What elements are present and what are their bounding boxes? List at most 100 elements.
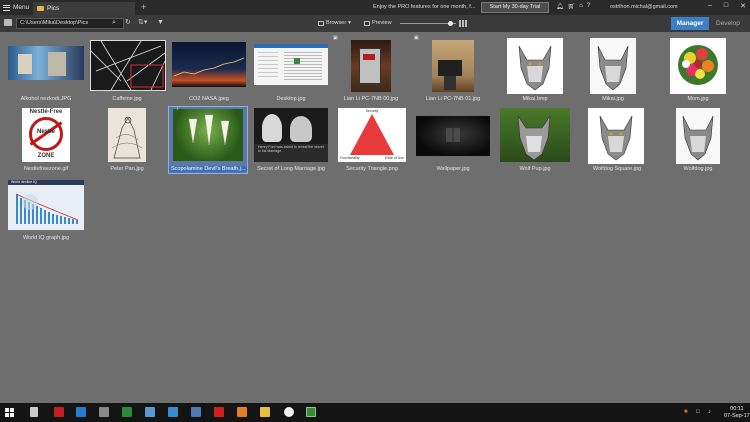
- new-tab-icon[interactable]: +: [141, 3, 146, 12]
- tray-icon[interactable]: ■: [684, 409, 688, 415]
- thumbnail-image[interactable]: [507, 38, 563, 94]
- file-name[interactable]: Wolfdog Square.jpg: [582, 166, 652, 172]
- start-trial-button[interactable]: Start My 30-day Trial: [481, 2, 549, 13]
- shield-icon[interactable]: [191, 407, 201, 417]
- thumbnail-image[interactable]: [670, 38, 726, 94]
- file-name[interactable]: Scopolamine Devil's Breath.j...: [169, 166, 247, 172]
- slider-handle[interactable]: [447, 21, 453, 26]
- app-icon[interactable]: [54, 407, 64, 417]
- cart-icon[interactable]: 🛒︎: [568, 3, 576, 10]
- grid-view-icon[interactable]: [459, 20, 467, 27]
- thumbnail-image[interactable]: World decline IQ: [8, 180, 84, 230]
- file-name[interactable]: Wallpaper.jpg: [416, 166, 490, 172]
- app-icon[interactable]: [284, 407, 294, 417]
- info-icon: i: [177, 106, 179, 112]
- menu-button[interactable]: Menu: [3, 2, 29, 13]
- file-name[interactable]: Alkohol nezkodi.JPG: [8, 96, 84, 102]
- manager-tab[interactable]: Manager: [671, 17, 709, 30]
- window-controls: – □ ✕: [708, 2, 746, 10]
- preview-toggle[interactable]: Preview: [364, 20, 392, 26]
- app-icon[interactable]: [237, 407, 247, 417]
- camera-icon: ▣: [414, 35, 419, 41]
- thumbnail-image[interactable]: [108, 108, 146, 162]
- file-name[interactable]: Secret of Long Marriage.jpg: [250, 166, 332, 172]
- home-icon[interactable]: ⌂: [579, 3, 583, 10]
- browser-view-button[interactable]: Browser ▾: [318, 20, 351, 26]
- app-icon[interactable]: [214, 407, 224, 417]
- clock-time: 00:11: [730, 406, 744, 412]
- thumbnail-grid: Alkohol nezkodi.JPG Caffeine.jpg CO2 NAS…: [0, 32, 750, 403]
- thumbnail-image[interactable]: [8, 46, 84, 80]
- file-name[interactable]: Mikai.jpg: [578, 96, 648, 102]
- file-name[interactable]: Peter Pan.jpg: [90, 166, 164, 172]
- file-name[interactable]: Lian Li PC-7NB 01.jpg: [418, 96, 488, 102]
- path-field[interactable]: C:\Users\Mika\Desktop\Pics: [16, 18, 124, 29]
- tab-pics[interactable]: Pics: [33, 2, 135, 15]
- thumbnail-image[interactable]: [351, 40, 391, 92]
- help-icon[interactable]: ?: [587, 3, 590, 10]
- thumbnail-image[interactable]: [254, 44, 328, 85]
- nestle-mid-text: Nestle: [36, 129, 55, 135]
- file-name[interactable]: Desktop.jpg: [254, 96, 328, 102]
- thumbnail-image[interactable]: [432, 40, 474, 92]
- tab-label: Pics: [47, 5, 60, 12]
- app-icon[interactable]: [145, 407, 155, 417]
- app-icon[interactable]: [76, 407, 86, 417]
- preview-icon: [364, 20, 370, 26]
- file-name[interactable]: Caffeine.jpg: [90, 96, 164, 102]
- security-left-text: Functionality: [340, 156, 360, 160]
- title-bar: Menu Pics + Enjoy the PRO features for o…: [0, 0, 750, 15]
- secret-quote-text: Henry Ford was asked to reveal the secre…: [258, 145, 324, 153]
- filter-icon[interactable]: ▼: [157, 19, 164, 27]
- thumbnail-image[interactable]: [90, 40, 166, 91]
- network-icon[interactable]: □: [696, 409, 700, 415]
- file-name[interactable]: Nestlefreezone.gif: [8, 166, 84, 172]
- file-name[interactable]: Wolfdog.jpg: [663, 166, 733, 172]
- thumbnail-image[interactable]: [588, 108, 644, 164]
- close-icon[interactable]: ✕: [740, 2, 746, 10]
- browser-label: Browser: [326, 20, 347, 26]
- thumbnail-image[interactable]: [676, 108, 720, 164]
- promo-text: Enjoy the PRO features for one month, f.…: [373, 4, 476, 10]
- folder-icon[interactable]: [260, 407, 270, 417]
- account-email[interactable]: ostrihon.michal@gmail.com: [610, 4, 678, 10]
- windows-start-icon[interactable]: [5, 408, 14, 417]
- minimize-icon[interactable]: –: [708, 2, 712, 10]
- thumbnail-image[interactable]: [500, 108, 570, 162]
- file-name[interactable]: Mom.jpg: [663, 96, 733, 102]
- thumbnail-image[interactable]: Nestlé-Free Nestle ZONE: [22, 108, 70, 162]
- camera-icon: ▣: [333, 35, 338, 41]
- volume-icon[interactable]: ♪: [708, 409, 711, 415]
- file-name[interactable]: Wolf Pup.jpg: [500, 166, 570, 172]
- develop-tab[interactable]: Develop: [716, 17, 740, 30]
- preview-label: Preview: [372, 20, 392, 26]
- file-name[interactable]: Lian Li PC-7NB 00.jpg: [336, 96, 406, 102]
- bell-icon[interactable]: 🔔︎: [556, 3, 564, 10]
- thumbnail-size-slider[interactable]: [400, 21, 456, 26]
- title-icons: 🔔︎ 🛒︎ ⌂ ?: [556, 3, 590, 10]
- search-icon[interactable]: ⌕: [112, 19, 116, 27]
- file-name[interactable]: Security Triangle.png: [334, 166, 410, 172]
- thumbnail-image[interactable]: Henry Ford was asked to reveal the secre…: [254, 108, 328, 162]
- selected-thumbnail[interactable]: i: [168, 106, 248, 174]
- thumbnail-image[interactable]: Security Functionality Ease of Use: [338, 108, 406, 162]
- thumbnail-image[interactable]: [173, 109, 243, 161]
- app-icon-active[interactable]: [306, 407, 316, 417]
- app-icon[interactable]: [30, 407, 38, 417]
- thumbnail-image[interactable]: [416, 116, 490, 156]
- file-name[interactable]: World IQ graph.jpg: [8, 235, 84, 241]
- taskbar-clock[interactable]: 00:11 07-Sep-17: [724, 406, 750, 420]
- clock-date: 07-Sep-17: [724, 413, 750, 419]
- app-icon[interactable]: [168, 407, 178, 417]
- sort-icon[interactable]: ⇅▾: [138, 19, 147, 27]
- folders-icon[interactable]: [4, 19, 12, 26]
- thumbnail-image[interactable]: [172, 42, 246, 87]
- file-name[interactable]: CO2 NASA.jpeg: [172, 96, 246, 102]
- refresh-icon[interactable]: ↻: [125, 19, 131, 27]
- nestle-bottom-text: ZONE: [37, 153, 55, 159]
- app-icon[interactable]: [99, 407, 109, 417]
- file-name[interactable]: Mikai.bmp: [500, 96, 570, 102]
- thumbnail-image[interactable]: [590, 38, 636, 94]
- maximize-icon[interactable]: □: [724, 2, 728, 10]
- app-icon[interactable]: [122, 407, 132, 417]
